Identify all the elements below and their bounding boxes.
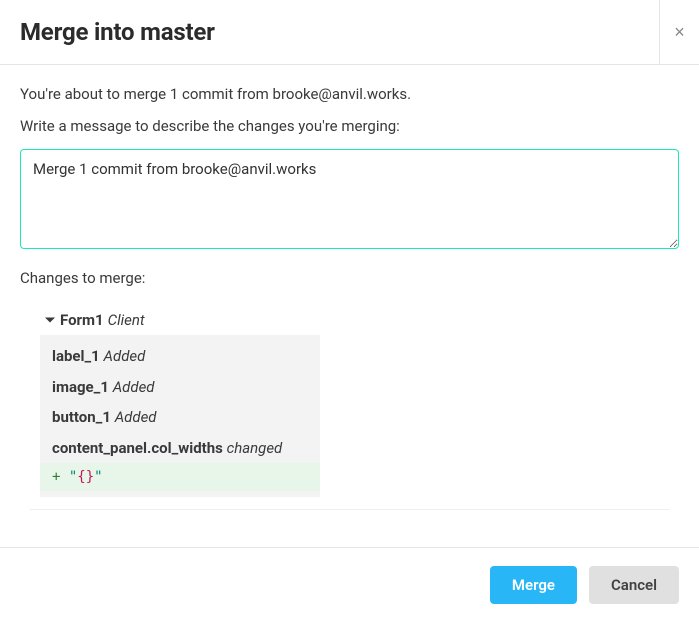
cancel-button[interactable]: Cancel	[589, 566, 679, 604]
merge-button[interactable]: Merge	[490, 566, 577, 604]
chevron-down-icon	[44, 314, 56, 326]
merge-message-input[interactable]: Merge 1 commit from brooke@anvil.works	[20, 149, 679, 249]
close-button[interactable]: ×	[659, 0, 699, 64]
list-item: label_1 Added	[40, 341, 320, 372]
changes-label: Changes to merge:	[20, 269, 679, 287]
close-icon: ×	[674, 22, 685, 43]
change-item-status: Added	[113, 378, 155, 396]
intro-text: You're about to merge 1 commit from broo…	[20, 85, 679, 103]
form-type: Client	[108, 311, 145, 329]
change-item-name: button_1	[52, 408, 111, 426]
diff-plus-icon: +	[52, 469, 69, 485]
dialog-title: Merge into master	[20, 18, 215, 46]
dialog-header: Merge into master ×	[0, 0, 699, 65]
change-item-name: content_panel.col_widths	[52, 439, 223, 457]
change-list: label_1 Added image_1 Added button_1 Add…	[40, 335, 320, 497]
change-item-name: image_1	[52, 378, 109, 396]
diff-line-added: + "{}"	[40, 463, 320, 491]
change-item-status: Added	[104, 347, 146, 365]
list-item: button_1 Added	[40, 402, 320, 433]
list-item: content_panel.col_widths changed	[40, 433, 320, 464]
list-item: image_1 Added	[40, 372, 320, 403]
dialog-footer: Merge Cancel	[0, 547, 699, 622]
form-toggle[interactable]: Form1 Client	[40, 305, 659, 335]
change-item-name: label_1	[52, 347, 100, 365]
change-item-status: changed	[227, 439, 283, 457]
dialog-body: You're about to merge 1 commit from broo…	[0, 65, 699, 510]
message-prompt: Write a message to describe the changes …	[20, 117, 679, 135]
change-item-status: Added	[115, 408, 157, 426]
form-name: Form1	[60, 311, 104, 329]
changes-section: Form1 Client label_1 Added image_1 Added…	[30, 305, 669, 510]
